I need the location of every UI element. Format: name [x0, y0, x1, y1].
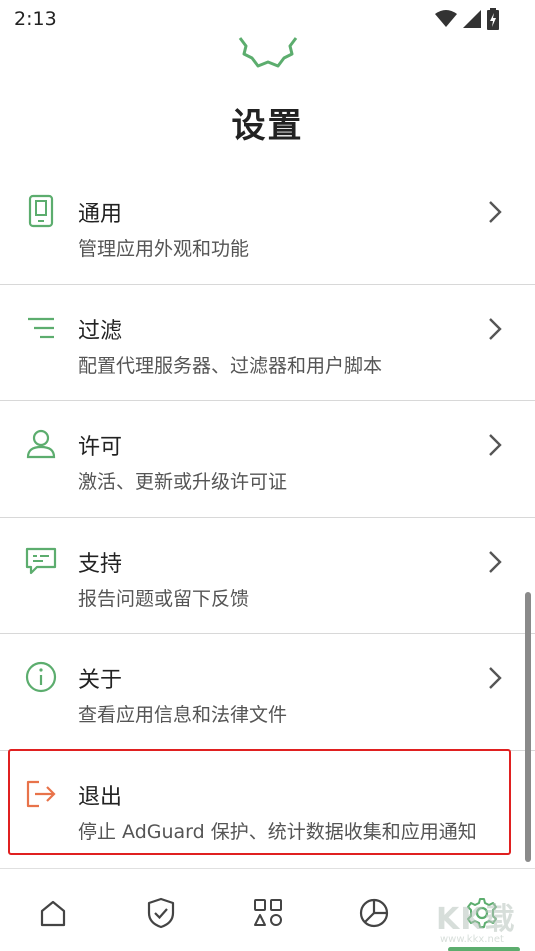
settings-item-title: 过滤 [78, 318, 123, 344]
filter-lines-icon [24, 311, 58, 345]
settings-item-description: 配置代理服务器、过滤器和用户脚本 [78, 354, 383, 377]
settings-item-description: 激活、更新或升级许可证 [78, 471, 288, 493]
settings-item-title: 通用 [78, 202, 123, 227]
settings-item-support[interactable]: 支持 报告问题或留下反馈 [0, 518, 535, 634]
battery-icon [487, 8, 499, 30]
watermark-text: KK载 [436, 902, 516, 937]
phone-icon [24, 194, 58, 228]
chat-icon [24, 544, 58, 578]
watermark: KK载 www.kkx.net [416, 892, 532, 948]
chevron-right-icon [489, 317, 502, 340]
settings-item-description: 管理应用外观和功能 [78, 238, 250, 260]
status-time: 2:13 [14, 8, 57, 30]
apps-icon [254, 899, 282, 926]
settings-item-license[interactable]: 许可 激活、更新或升级许可证 [0, 401, 535, 518]
settings-header-gear-icon [238, 37, 298, 68]
settings-item-about[interactable]: 关于 查看应用信息和法律文件 [0, 634, 535, 751]
nav-protection[interactable] [141, 893, 181, 933]
chevron-right-icon [489, 434, 502, 456]
settings-item-exit[interactable]: 退出 停止 AdGuard 保护、统计数据收集和应用通知 [0, 751, 535, 868]
chevron-right-icon [489, 201, 502, 223]
pie-chart-icon [359, 898, 389, 928]
settings-item-description: 停止 AdGuard 保护、统计数据收集和应用通知 [78, 820, 477, 843]
page-title: 设置 [231, 106, 304, 146]
chevron-right-icon [489, 667, 502, 689]
nav-apps[interactable] [248, 893, 288, 933]
settings-item-description: 查看应用信息和法律文件 [78, 704, 288, 726]
home-icon [40, 900, 66, 927]
nav-statistics[interactable] [354, 893, 394, 933]
exit-icon [24, 777, 58, 811]
status-icons [435, 8, 499, 30]
watermark-url: www.kkx.net [440, 934, 504, 945]
wifi-icon [435, 10, 457, 27]
settings-item-general[interactable]: 通用 管理应用外观和功能 [0, 168, 535, 285]
nav-home[interactable] [33, 893, 73, 933]
settings-item-filtering[interactable]: 过滤 配置代理服务器、过滤器和用户脚本 [0, 285, 535, 401]
person-icon [24, 427, 58, 461]
settings-screen: 2:13 设置 通用 管理应用外观和功能 过滤 配置代理服务器、过滤器和用户脚本… [0, 0, 535, 951]
settings-item-title: 退出 [78, 784, 123, 810]
signal-icon [463, 10, 481, 28]
shield-check-icon [147, 897, 175, 929]
settings-item-title: 关于 [78, 668, 123, 693]
settings-item-description: 报告问题或留下反馈 [78, 587, 250, 610]
settings-item-title: 支持 [78, 551, 123, 577]
chevron-right-icon [489, 550, 502, 573]
info-icon [24, 660, 58, 694]
scrollbar[interactable] [525, 592, 531, 862]
settings-list: 通用 管理应用外观和功能 过滤 配置代理服务器、过滤器和用户脚本 许可 激活、更… [0, 168, 535, 867]
settings-item-title: 许可 [78, 435, 123, 460]
